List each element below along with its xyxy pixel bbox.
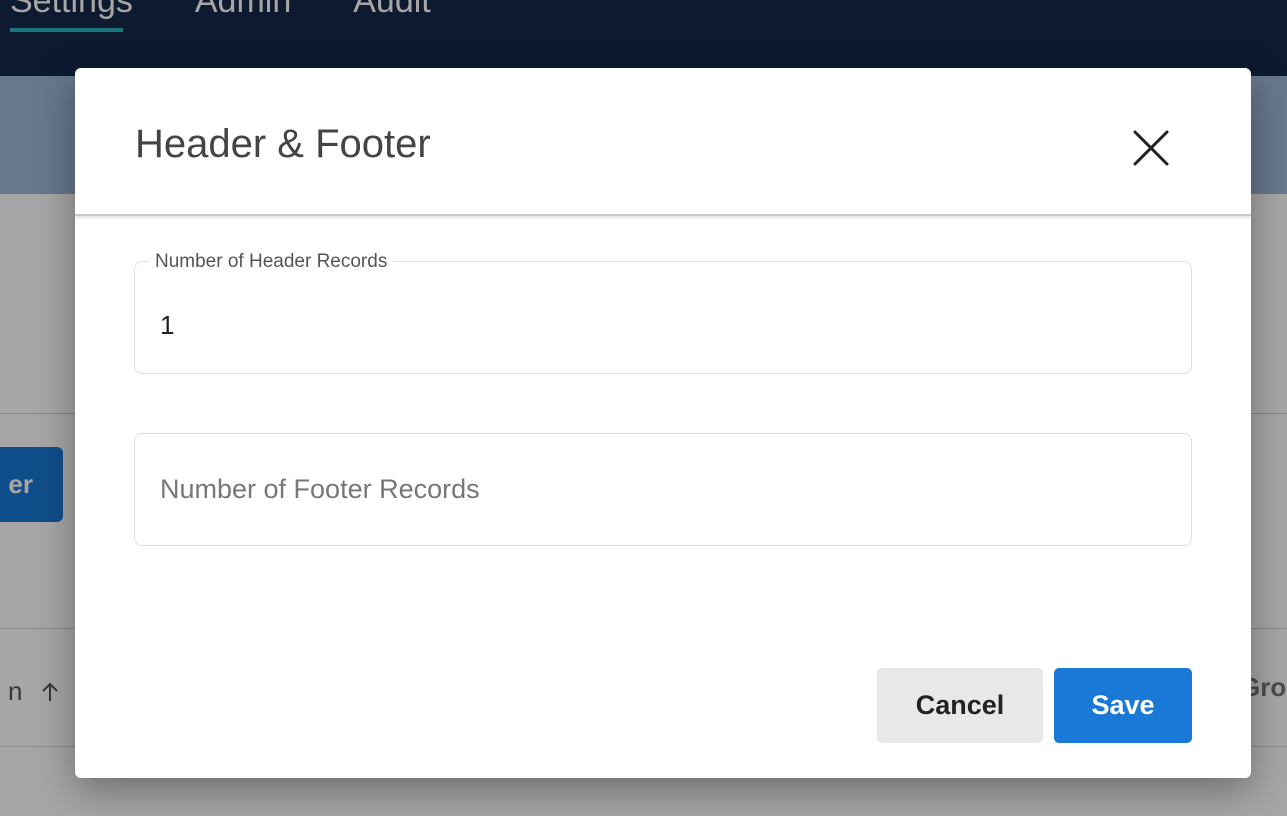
close-icon: [1133, 130, 1169, 166]
header-records-label: Number of Header Records: [149, 251, 394, 273]
cancel-button[interactable]: Cancel: [877, 668, 1043, 743]
save-button[interactable]: Save: [1054, 668, 1192, 743]
close-button[interactable]: [1129, 126, 1173, 170]
footer-records-input[interactable]: [160, 474, 1160, 505]
header-footer-dialog: Header & Footer Number of Header Records…: [75, 68, 1251, 778]
footer-records-field: [134, 433, 1192, 546]
dialog-header: Header & Footer: [75, 68, 1251, 216]
dialog-title: Header & Footer: [135, 122, 431, 166]
header-records-field: Number of Header Records: [134, 251, 1192, 374]
header-records-input[interactable]: [160, 310, 1160, 341]
